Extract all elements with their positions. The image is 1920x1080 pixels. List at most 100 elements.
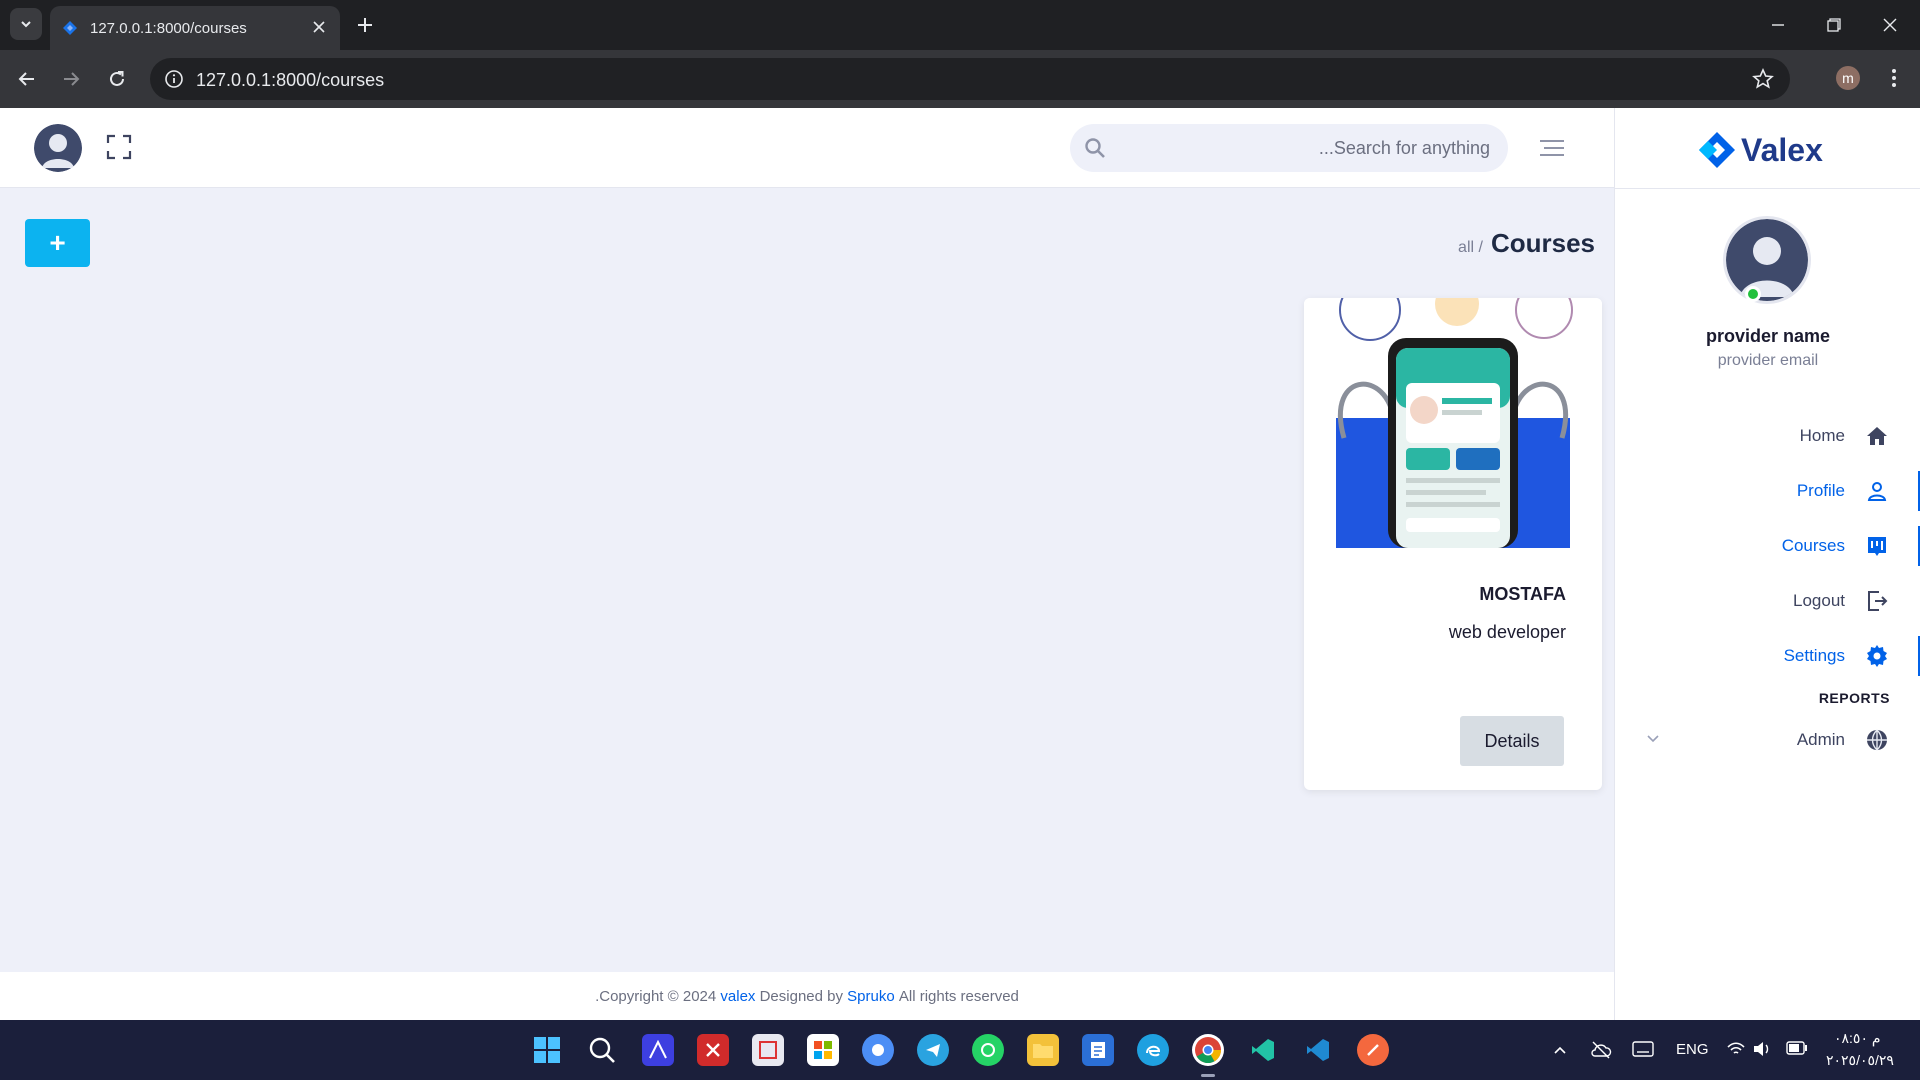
- browser-toolbar: 127.0.0.1:8000/courses m: [0, 50, 1920, 108]
- add-course-button[interactable]: +: [25, 219, 90, 267]
- sidebar-user-avatar[interactable]: [1723, 216, 1811, 304]
- volume-icon[interactable]: [1752, 1040, 1772, 1058]
- vscode-icon: [1307, 1039, 1329, 1061]
- search-input[interactable]: [1120, 124, 1490, 172]
- tab-search-button[interactable]: [10, 8, 42, 40]
- cloud-offline-icon[interactable]: [1590, 1040, 1612, 1060]
- postman-icon: [1367, 1044, 1379, 1056]
- keyboard-icon[interactable]: [1632, 1040, 1654, 1058]
- clock-date[interactable]: ٢٠٢٥/٠٥/٢٩: [1826, 1052, 1894, 1069]
- taskbar-app-store[interactable]: [807, 1034, 839, 1066]
- sidebar-item-logout[interactable]: Logout: [1615, 579, 1920, 623]
- taskbar-app-vscode[interactable]: [1302, 1034, 1334, 1066]
- more-vertical-icon: [1892, 69, 1896, 87]
- copilot-icon: [872, 1044, 884, 1056]
- site-favicon-icon: [63, 21, 77, 35]
- pdf-app-icon: [706, 1043, 720, 1057]
- taskbar-app-visual-studio[interactable]: [1247, 1034, 1279, 1066]
- online-status-indicator: [1745, 286, 1761, 302]
- sidebar-item-admin[interactable]: Admin: [1615, 718, 1920, 762]
- language-indicator[interactable]: ENG: [1676, 1041, 1709, 1058]
- footer-designer-link[interactable]: Spruko: [847, 988, 895, 1005]
- breadcrumb-all-link[interactable]: all /: [1458, 239, 1483, 257]
- plus-icon: [358, 18, 372, 32]
- taskbar-app-pdf[interactable]: [697, 1034, 729, 1066]
- sidebar-item-settings[interactable]: Settings: [1615, 634, 1920, 678]
- store-icon: [814, 1041, 832, 1059]
- tab-title: 127.0.0.1:8000/courses: [90, 20, 247, 37]
- fullscreen-icon[interactable]: [106, 134, 132, 160]
- courses-icon: [1868, 537, 1886, 556]
- window-close-button[interactable]: [1870, 10, 1910, 40]
- battery-icon[interactable]: [1786, 1041, 1808, 1055]
- minimize-icon: [1772, 24, 1784, 26]
- brand-logo[interactable]: Valex: [1697, 128, 1823, 172]
- taskbar-app-snipping[interactable]: [752, 1034, 784, 1066]
- footer-rights: All rights reserved: [898, 987, 1019, 1005]
- windows-logo-icon: [534, 1037, 560, 1063]
- start-button[interactable]: [531, 1034, 563, 1066]
- menu-toggle-icon[interactable]: [1538, 136, 1566, 160]
- browser-menu-button[interactable]: [1882, 66, 1906, 90]
- os-taskbar: ENG م ٠٨:٥٠ ٢٠٢٥/٠٥/٢٩: [0, 1020, 1920, 1080]
- sidebar-category-reports: REPORTS: [1818, 690, 1890, 706]
- sidebar-user-email: provider email: [1717, 352, 1819, 369]
- breadcrumb: all / Courses: [1458, 228, 1595, 259]
- wifi-icon[interactable]: [1726, 1040, 1746, 1058]
- forward-button[interactable]: [56, 64, 86, 94]
- browser-tab[interactable]: 127.0.0.1:8000/courses: [50, 6, 340, 50]
- gear-icon: [1867, 645, 1887, 667]
- taskbar-app-editor[interactable]: [642, 1034, 674, 1066]
- minimize-button[interactable]: [1758, 10, 1798, 40]
- sidebar-item-courses[interactable]: Courses: [1615, 524, 1920, 568]
- notepad-icon: [1091, 1042, 1105, 1058]
- bookmark-star-icon[interactable]: [1752, 68, 1774, 90]
- taskbar-app-telegram[interactable]: [917, 1034, 949, 1066]
- restore-button[interactable]: [1814, 10, 1854, 40]
- edge-icon: [1146, 1045, 1161, 1057]
- sidebar-item-home[interactable]: Home: [1615, 414, 1920, 458]
- page-footer: .Copyright © 2024 valex Designed by Spru…: [0, 972, 1614, 1020]
- taskbar-active-indicator: [1201, 1074, 1215, 1077]
- taskbar-app-edge[interactable]: [1137, 1034, 1169, 1066]
- reload-icon: [110, 71, 124, 86]
- page-title: Courses: [1490, 228, 1595, 258]
- search-icon[interactable]: [1084, 137, 1106, 159]
- back-button[interactable]: [12, 64, 42, 94]
- folder-icon: [1033, 1044, 1053, 1058]
- logout-icon: [1868, 591, 1888, 611]
- browser-profile-avatar[interactable]: m: [1836, 66, 1860, 90]
- taskbar-app-copilot[interactable]: [862, 1034, 894, 1066]
- sidebar-divider: [1615, 188, 1920, 189]
- close-icon: [1883, 18, 1897, 32]
- top-header: [0, 108, 1614, 188]
- taskbar-app-postman[interactable]: [1357, 1034, 1389, 1066]
- course-card: MOSTAFA web developer Details: [1304, 298, 1602, 790]
- telegram-icon: [926, 1044, 940, 1057]
- taskbar-app-whatsapp[interactable]: [972, 1034, 1004, 1066]
- address-bar[interactable]: 127.0.0.1:8000/courses: [150, 58, 1790, 100]
- close-icon: [313, 21, 325, 33]
- sidebar-item-label: Logout: [1793, 591, 1845, 610]
- new-tab-button[interactable]: [352, 12, 378, 38]
- tray-overflow-icon[interactable]: [1552, 1042, 1568, 1058]
- search-box: [1070, 124, 1508, 172]
- user-avatar[interactable]: [34, 124, 82, 172]
- url-text[interactable]: 127.0.0.1:8000/courses: [196, 70, 384, 91]
- clock-time[interactable]: م ٠٨:٥٠: [1834, 1030, 1881, 1047]
- chevron-down-icon: [1647, 735, 1659, 743]
- footer-brand-link[interactable]: valex: [720, 988, 755, 1005]
- taskbar-app-file-explorer[interactable]: [1027, 1034, 1059, 1066]
- sidebar-item-profile[interactable]: Profile: [1615, 469, 1920, 513]
- valex-logo-icon: [1699, 132, 1735, 168]
- taskbar-app-notepad[interactable]: [1082, 1034, 1114, 1066]
- chevron-down-icon: [21, 21, 31, 28]
- info-icon[interactable]: [164, 69, 184, 89]
- reload-button[interactable]: [102, 64, 132, 94]
- sidebar-user-name: provider name: [1705, 326, 1831, 346]
- tab-close-button[interactable]: [308, 16, 330, 38]
- taskbar-app-chrome[interactable]: [1192, 1034, 1224, 1066]
- sidebar: Valex provider name provider email Home …: [1614, 108, 1920, 1020]
- details-button[interactable]: Details: [1460, 716, 1564, 766]
- taskbar-search-button[interactable]: [586, 1034, 618, 1066]
